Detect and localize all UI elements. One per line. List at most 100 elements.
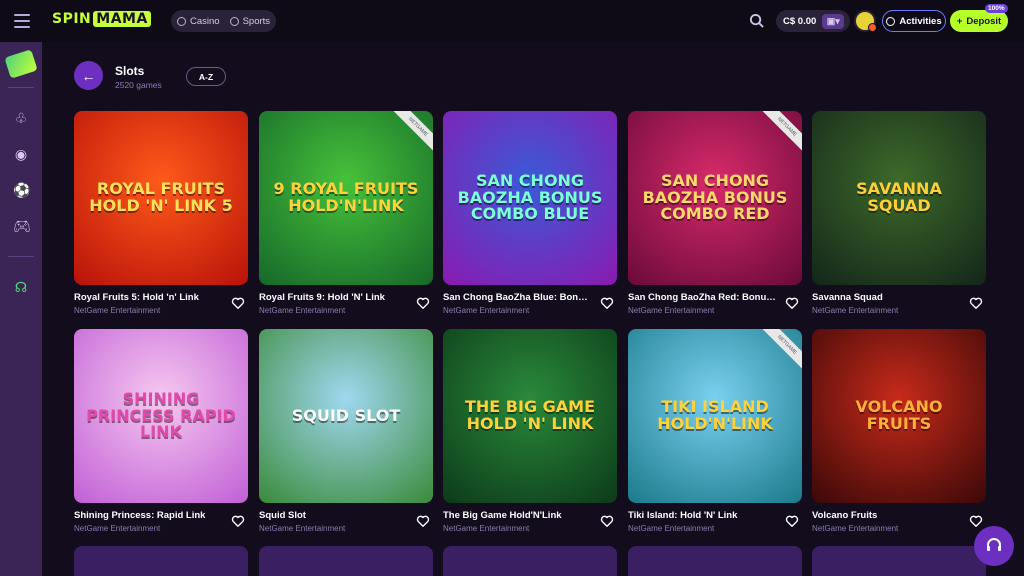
game-card[interactable]: TIKI ISLAND HOLD'N'LINK NETGAME Tiki Islan… bbox=[628, 329, 802, 533]
game-art-text: SHINING PRINCESS RAPID LINK bbox=[86, 388, 236, 442]
game-provider: NetGame Entertainment bbox=[443, 524, 530, 533]
game-card[interactable]: 9 ROYAL FRUITS HOLD'N'LINK NETGAME Royal F… bbox=[259, 111, 433, 315]
plus-icon: + bbox=[956, 15, 963, 27]
game-provider: NetGame Entertainment bbox=[628, 524, 715, 533]
tab-casino[interactable]: Casino bbox=[177, 16, 220, 27]
balance-widget[interactable]: C$ 0.00 ▣▾ bbox=[776, 10, 851, 32]
game-card[interactable]: SAN CHONG BAOZHA BONUS COMBO BLUE San Cho… bbox=[443, 111, 617, 315]
game-thumbnail[interactable]: VOLCANO FRUITS bbox=[812, 329, 986, 503]
game-thumbnail[interactable]: SQUID SLOT bbox=[259, 329, 433, 503]
logo[interactable]: SPIN MAMA bbox=[52, 11, 151, 27]
divider bbox=[8, 256, 34, 257]
game-thumbnail[interactable]: SHINING PRINCESS RAPID LINK bbox=[74, 329, 248, 503]
game-card-placeholder[interactable] bbox=[443, 546, 617, 576]
games-count: 2520 games bbox=[115, 80, 162, 90]
sort-az-button[interactable]: A-Z bbox=[186, 67, 226, 86]
game-title[interactable]: San Chong BaoZha Red: Bonus Combo bbox=[628, 292, 778, 303]
broadcast-icon: ◉ bbox=[14, 146, 28, 162]
headset-icon bbox=[987, 538, 1001, 551]
top-bar: SPIN MAMA Casino Sports C$ 0.00 ▣▾ Activi… bbox=[0, 0, 1024, 42]
sidebar-item-games[interactable]: 🎮︎ bbox=[0, 208, 42, 244]
heart-icon[interactable] bbox=[600, 296, 614, 310]
provider-ribbon: NETGAME bbox=[758, 111, 802, 156]
game-thumbnail[interactable]: SAN CHONG BAOZHA BONUS COMBO BLUE bbox=[443, 111, 617, 285]
avatar[interactable] bbox=[854, 10, 877, 32]
heart-icon[interactable] bbox=[231, 296, 245, 310]
game-art-text: SQUID SLOT bbox=[291, 405, 401, 425]
game-provider: NetGame Entertainment bbox=[74, 306, 161, 315]
game-thumbnail[interactable]: 9 ROYAL FRUITS HOLD'N'LINK NETGAME bbox=[259, 111, 433, 285]
game-card[interactable]: THE BIG GAME HOLD 'N' LINK The Big Game H… bbox=[443, 329, 617, 533]
balance-amount: C$ 0.00 bbox=[783, 15, 817, 27]
sidebar: ♧ ◉ ⚽ 🎮︎ ☊ bbox=[0, 42, 42, 576]
heart-icon[interactable] bbox=[785, 296, 799, 310]
game-thumbnail[interactable]: TIKI ISLAND HOLD'N'LINK NETGAME bbox=[628, 329, 802, 503]
heart-icon[interactable] bbox=[600, 514, 614, 528]
game-title[interactable]: Volcano Fruits bbox=[812, 510, 962, 521]
game-provider: NetGame Entertainment bbox=[259, 306, 346, 315]
search-icon[interactable] bbox=[749, 13, 764, 28]
game-card-placeholder[interactable] bbox=[74, 546, 248, 576]
sidebar-item-promo[interactable] bbox=[0, 42, 42, 79]
game-provider: NetGame Entertainment bbox=[628, 306, 715, 315]
gift-icon[interactable]: ▣▾ bbox=[822, 13, 845, 29]
sidebar-item-sports[interactable]: ⚽ bbox=[0, 172, 42, 208]
game-title[interactable]: Squid Slot bbox=[259, 510, 409, 521]
heart-icon[interactable] bbox=[785, 514, 799, 528]
game-title[interactable]: The Big Game Hold'N'Link bbox=[443, 510, 593, 521]
game-art-text: VOLCANO FRUITS bbox=[855, 397, 943, 433]
page-title: Slots bbox=[115, 64, 145, 78]
game-art-text: THE BIG GAME HOLD 'N' LINK bbox=[464, 397, 596, 433]
game-thumbnail[interactable]: SAN CHONG BAOZHA BONUS COMBO RED NETGAME bbox=[628, 111, 802, 285]
game-title[interactable]: Tiki Island: Hold 'N' Link bbox=[628, 510, 778, 521]
provider-ribbon: NETGAME bbox=[389, 111, 433, 156]
game-card[interactable]: SQUID SLOT Squid Slot NetGame Entertainmen… bbox=[259, 329, 433, 533]
game-art-text: 9 ROYAL FRUITS HOLD'N'LINK bbox=[273, 179, 419, 215]
target-icon bbox=[886, 16, 896, 26]
game-card[interactable]: SAVANNA SQUAD Savanna Squad NetGame Entert… bbox=[812, 111, 986, 315]
provider-ribbon: NETGAME bbox=[758, 329, 802, 374]
promo-icon bbox=[4, 49, 38, 79]
game-card-placeholder[interactable] bbox=[259, 546, 433, 576]
game-card-placeholder[interactable] bbox=[628, 546, 802, 576]
deposit-button[interactable]: + Deposit bbox=[950, 10, 1008, 32]
game-provider: NetGame Entertainment bbox=[812, 524, 899, 533]
game-title[interactable]: Royal Fruits 9: Hold 'N' Link bbox=[259, 292, 409, 303]
headset-icon: ☊ bbox=[14, 279, 28, 295]
game-title[interactable]: Savanna Squad bbox=[812, 292, 962, 303]
arrow-left-icon: ← bbox=[81, 67, 96, 84]
sidebar-item-live[interactable]: ◉ bbox=[0, 136, 42, 172]
heart-icon[interactable] bbox=[969, 514, 983, 528]
heart-icon[interactable] bbox=[969, 296, 983, 310]
game-card[interactable]: SHINING PRINCESS RAPID LINK Shining Princ… bbox=[74, 329, 248, 533]
sidebar-item-support[interactable]: ☊ bbox=[0, 269, 42, 305]
game-title[interactable]: Royal Fruits 5: Hold 'n' Link bbox=[74, 292, 224, 303]
menu-icon[interactable] bbox=[12, 12, 32, 30]
game-art-text: ROYAL FRUITS HOLD 'N' LINK 5 bbox=[89, 179, 233, 215]
soccer-ball-icon: ⚽ bbox=[13, 182, 31, 198]
game-provider: NetGame Entertainment bbox=[812, 306, 899, 315]
divider bbox=[8, 87, 34, 88]
game-thumbnail[interactable]: ROYAL FRUITS HOLD 'N' LINK 5 bbox=[74, 111, 248, 285]
sports-icon bbox=[229, 16, 239, 26]
game-thumbnail[interactable]: THE BIG GAME HOLD 'N' LINK bbox=[443, 329, 617, 503]
support-chat-button[interactable] bbox=[974, 526, 1014, 566]
heart-icon[interactable] bbox=[416, 296, 430, 310]
tab-sports[interactable]: Sports bbox=[229, 16, 270, 27]
activities-button[interactable]: Activities bbox=[882, 10, 946, 32]
casino-icon bbox=[177, 16, 186, 26]
game-thumbnail[interactable]: SAVANNA SQUAD bbox=[812, 111, 986, 285]
sidebar-item-slots[interactable]: ♧ bbox=[0, 100, 42, 136]
game-art-text: SAN CHONG BAOZHA BONUS COMBO RED bbox=[642, 170, 788, 224]
game-card-placeholder[interactable] bbox=[812, 546, 986, 576]
game-card[interactable]: VOLCANO FRUITS Volcano Fruits NetGame Ente… bbox=[812, 329, 986, 533]
heart-icon[interactable] bbox=[416, 514, 430, 528]
game-title[interactable]: Shining Princess: Rapid Link bbox=[74, 510, 224, 521]
game-card[interactable]: ROYAL FRUITS HOLD 'N' LINK 5 Royal Fruits… bbox=[74, 111, 248, 315]
game-title[interactable]: San Chong BaoZha Blue: Bonus Combo bbox=[443, 292, 593, 303]
back-button[interactable]: ← bbox=[74, 61, 103, 90]
heart-icon[interactable] bbox=[231, 514, 245, 528]
cherry-icon: ♧ bbox=[14, 110, 28, 126]
game-art-text: TIKI ISLAND HOLD'N'LINK bbox=[657, 397, 773, 433]
game-card[interactable]: SAN CHONG BAOZHA BONUS COMBO RED NETGAME S… bbox=[628, 111, 802, 315]
